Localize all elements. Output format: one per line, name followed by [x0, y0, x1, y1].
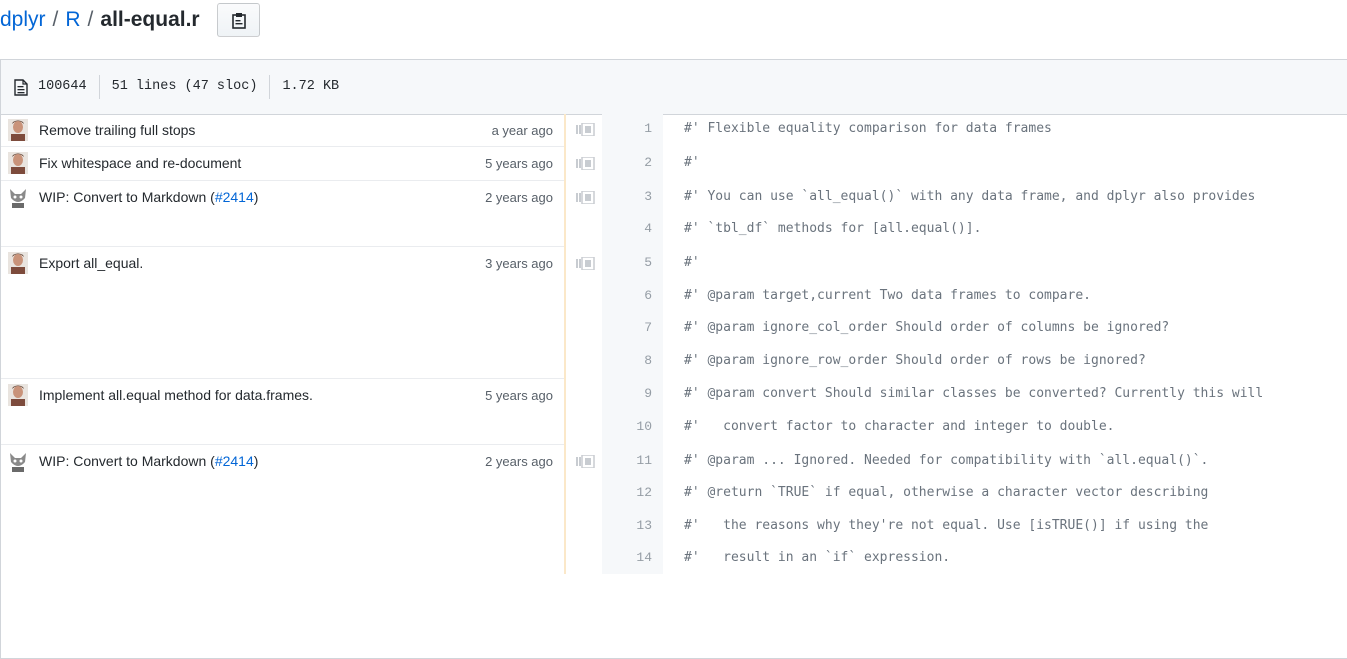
commit-message[interactable]: Fix whitespace and re-document [39, 155, 241, 171]
commit-age: 3 years ago [485, 256, 553, 271]
code-line: #' [684, 155, 700, 170]
line-number[interactable]: 2 [602, 155, 652, 170]
code-line: #' [684, 255, 700, 270]
breadcrumb-separator: / [87, 8, 94, 31]
line-number[interactable]: 13 [602, 518, 652, 533]
code-line: #' @param convert Should similar classes… [684, 386, 1264, 401]
code-line: #' `tbl_df` methods for [all.equal()]. [684, 221, 982, 236]
code-line: #' @param target,current Two data frames… [684, 288, 1091, 303]
blame-commit-group: Implement all.equal method for data.fram… [1, 379, 564, 445]
line-number[interactable]: 3 [602, 189, 652, 204]
code-line: #' Flexible equality comparison for data… [684, 121, 1052, 136]
line-number[interactable]: 14 [602, 550, 652, 565]
line-number[interactable]: 6 [602, 288, 652, 303]
code-line: #' convert factor to character and integ… [684, 419, 1115, 434]
commit-message[interactable]: WIP: Convert to Markdown (#2414) [39, 189, 258, 205]
pull-request-link[interactable]: #2414 [215, 189, 254, 205]
code-line: #' @param ... Ignored. Needed for compat… [684, 453, 1209, 468]
breadcrumb: dplyr / R / all-equal.r [0, 4, 200, 36]
view-blame-prior-icon[interactable] [576, 257, 595, 270]
blame-commit-group: WIP: Convert to Markdown (#2414) 2 years… [1, 445, 564, 575]
author-avatar[interactable] [8, 384, 28, 406]
code-line: #' @return `TRUE` if equal, otherwise a … [684, 485, 1209, 500]
view-blame-prior-icon[interactable] [576, 455, 595, 468]
line-number[interactable]: 9 [602, 386, 652, 401]
line-number-gutter [602, 114, 663, 574]
code-line: #' result in an `if` expression. [684, 550, 951, 565]
breadcrumb-repo-link[interactable]: dplyr [0, 8, 46, 32]
commit-message[interactable]: Export all_equal. [39, 255, 143, 271]
code-line: #' @param ignore_row_order Should order … [684, 353, 1146, 368]
file-icon [14, 78, 30, 96]
blame-commit-group: Remove trailing full stops a year ago [1, 114, 564, 147]
code-line: #' the reasons why they're not equal. Us… [684, 518, 1209, 533]
line-number[interactable]: 10 [602, 419, 652, 434]
line-number[interactable]: 7 [602, 320, 652, 335]
commit-age: 2 years ago [485, 190, 553, 205]
commit-message[interactable]: Remove trailing full stops [39, 122, 195, 138]
line-number[interactable]: 5 [602, 255, 652, 270]
author-avatar[interactable] [8, 252, 28, 274]
file-mode: 100644 [38, 79, 87, 94]
cat-avatar[interactable] [8, 450, 28, 472]
author-avatar[interactable] [8, 152, 28, 174]
code-line: #' You can use `all_equal()` with any da… [684, 189, 1256, 204]
breadcrumb-separator: / [52, 8, 59, 31]
copy-path-button[interactable] [217, 3, 260, 37]
view-blame-prior-icon[interactable] [576, 191, 595, 204]
breadcrumb-file-name: all-equal.r [100, 8, 200, 31]
file-size: 1.72 KB [282, 79, 340, 94]
blame-commit-group: WIP: Convert to Markdown (#2414) 2 years… [1, 181, 564, 247]
blame-age-indicator [564, 114, 566, 574]
line-number[interactable]: 4 [602, 221, 652, 236]
commit-message[interactable]: WIP: Convert to Markdown (#2414) [39, 453, 258, 469]
commit-age: 5 years ago [485, 156, 553, 171]
commit-message[interactable]: Implement all.equal method for data.fram… [39, 387, 313, 403]
commit-age: a year ago [491, 123, 553, 138]
line-number[interactable]: 12 [602, 485, 652, 500]
cat-avatar[interactable] [8, 186, 28, 208]
view-blame-prior-icon[interactable] [576, 157, 595, 170]
code-line: #' @param ignore_col_order Should order … [684, 320, 1170, 335]
breadcrumb-dir-link[interactable]: R [65, 8, 80, 32]
commit-age: 5 years ago [485, 388, 553, 403]
file-line-count: 51 lines (47 sloc) [111, 79, 258, 94]
line-number[interactable]: 8 [602, 353, 652, 368]
pull-request-link[interactable]: #2414 [215, 453, 254, 469]
file-info-bar: 100644 51 lines (47 sloc) 1.72 KB [1, 60, 1347, 115]
commit-age: 2 years ago [485, 454, 553, 469]
line-number[interactable]: 11 [602, 453, 652, 468]
blame-commit-group: Export all_equal. 3 years ago [1, 247, 564, 379]
author-avatar[interactable] [8, 119, 28, 141]
blame-commit-group: Fix whitespace and re-document 5 years a… [1, 147, 564, 181]
line-number[interactable]: 1 [602, 121, 652, 136]
clipboard-icon [231, 12, 246, 29]
view-blame-prior-icon[interactable] [576, 123, 595, 136]
